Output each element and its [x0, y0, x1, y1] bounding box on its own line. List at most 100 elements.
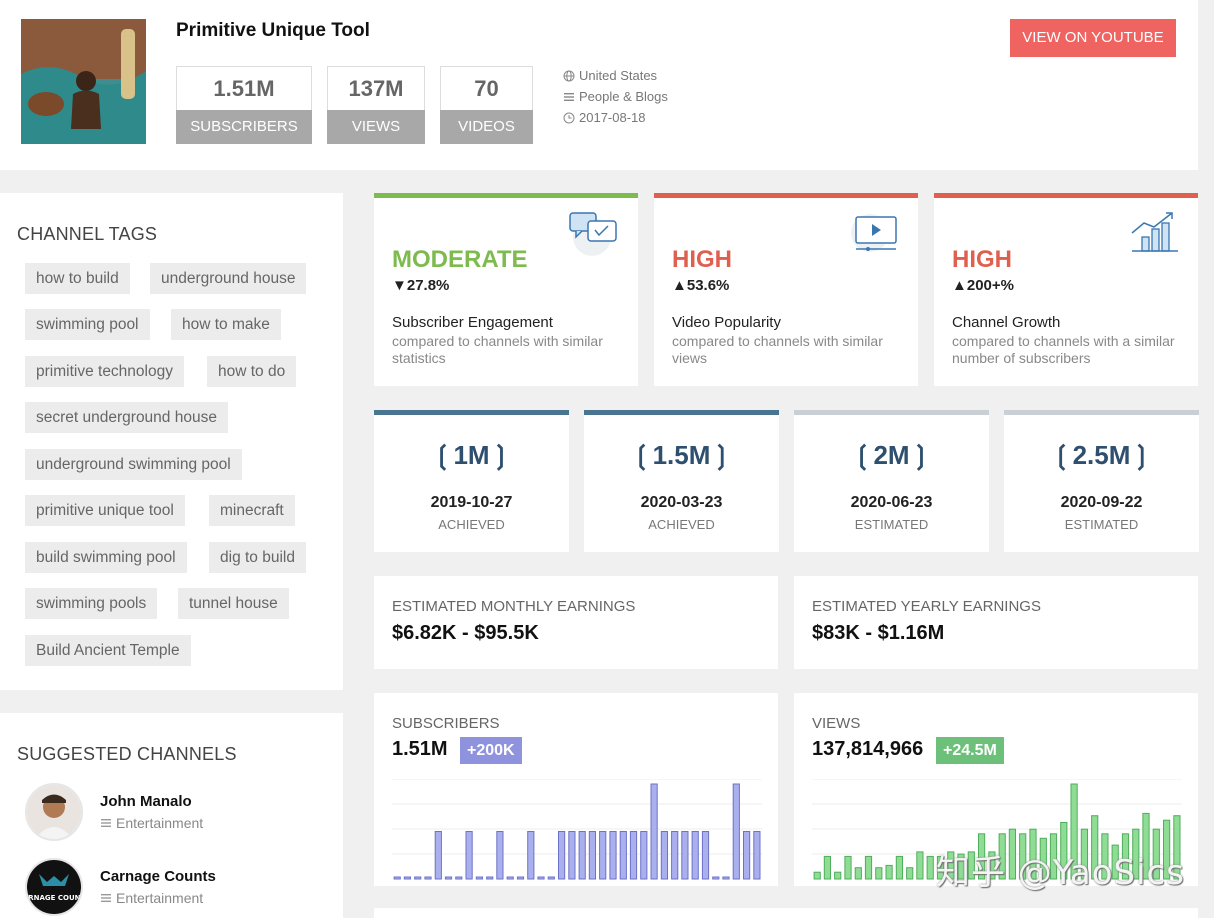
tag-item[interactable]: primitive unique tool [25, 495, 185, 526]
milestone-number: 2.5M [1072, 440, 1131, 470]
channel-title: Primitive Unique Tool [176, 20, 370, 41]
suggested-channel-category: Entertainment [100, 890, 203, 906]
tag-item[interactable]: minecraft [209, 495, 295, 526]
category-text: People & Blogs [579, 89, 668, 104]
chart-bar [558, 831, 566, 880]
rating-bar [654, 193, 918, 198]
laurel-left-icon: ❲ [630, 440, 653, 470]
suggested-channel-john-manalo[interactable]: John Manalo Entertainment [25, 783, 325, 843]
tag-item[interactable]: underground house [150, 263, 307, 294]
milestone-date: 2019-10-27 [430, 494, 513, 511]
tag-item[interactable]: dig to build [209, 542, 306, 573]
chart-bar [619, 831, 627, 880]
milestone-date: 2020-09-22 [1060, 494, 1143, 511]
suggested-channel-carnage-counts[interactable]: CARNAGE COUNTS Carnage Counts Entertainm… [25, 858, 325, 918]
chart-bar [393, 876, 401, 880]
laurel-left-icon: ❲ [431, 440, 454, 470]
chart-bar [568, 831, 576, 880]
milestone-1m: ❲1M❳ 2019-10-27 ACHIEVED [374, 410, 569, 552]
tag-item[interactable]: how to make [171, 309, 281, 340]
chart-bar [864, 855, 873, 880]
milestone-2-5m: ❲2.5M❳ 2020-09-22 ESTIMATED [1004, 410, 1199, 552]
tag-item[interactable]: underground swimming pool [25, 449, 242, 480]
tag-item[interactable]: secret underground house [25, 402, 228, 433]
milestone-bar [584, 410, 779, 415]
chart-bar [486, 876, 494, 880]
channel-growth-card: HIGH ▲200+% Channel Growth compared to c… [934, 193, 1198, 386]
view-on-youtube-button[interactable]: VIEW ON YOUTUBE [1010, 19, 1176, 57]
laurel-right-icon: ❳ [710, 440, 733, 470]
tag-item[interactable]: primitive technology [25, 356, 184, 387]
videos-stat: 70 VIDEOS [440, 66, 533, 144]
chart-bar [906, 867, 914, 880]
video-popularity-card: HIGH ▲53.6% Video Popularity compared to… [654, 193, 918, 386]
next-section-card [374, 908, 1198, 918]
monthly-earnings-title: ESTIMATED MONTHLY EARNINGS [392, 598, 636, 615]
yearly-earnings-card: ESTIMATED YEARLY EARNINGS $83K - $1.16M [794, 576, 1198, 669]
list-icon [101, 894, 111, 902]
chart-bar [885, 864, 893, 880]
suggested-channel-name[interactable]: Carnage Counts [100, 868, 216, 885]
views-stat: 137M VIEWS [327, 66, 425, 144]
chart-bar [823, 855, 831, 880]
chart-bar [854, 867, 862, 880]
chart-bar [547, 876, 555, 880]
avatar[interactable]: CARNAGE COUNTS [25, 858, 83, 916]
chart-bar [506, 876, 514, 880]
chart-bar [599, 831, 607, 880]
chart-bar [444, 876, 453, 880]
tag-item[interactable]: how to build [25, 263, 130, 294]
subscribers-graph-value: 1.51M [392, 738, 448, 760]
chart-bar [465, 831, 473, 880]
chart-bar [475, 876, 484, 880]
subscribers-graph-title: SUBSCRIBERS [392, 715, 500, 732]
milestone-status: ACHIEVED [438, 517, 505, 532]
list-icon [564, 92, 574, 101]
milestone-number: 1M [453, 440, 490, 470]
channel-thumbnail[interactable] [21, 19, 146, 144]
chart-bar [732, 783, 740, 880]
views-graph-value: 137,814,966 [812, 738, 924, 760]
milestone-status: ACHIEVED [648, 517, 715, 532]
monthly-earnings-value: $6.82K - $95.5K [392, 622, 539, 644]
tag-item[interactable]: build swimming pool [25, 542, 187, 573]
clock-icon [563, 112, 575, 123]
chart-bar [609, 831, 617, 880]
tag-item[interactable]: swimming pools [25, 588, 158, 619]
chart-bar [516, 876, 525, 880]
suggested-channel-name[interactable]: John Manalo [100, 793, 192, 810]
videos-label: VIDEOS [440, 110, 533, 144]
rating-bar [934, 193, 1198, 198]
avatar[interactable] [25, 783, 83, 841]
views-count: 137M [348, 76, 404, 101]
tag-item[interactable]: tunnel house [178, 588, 289, 619]
chart-bar [578, 831, 586, 880]
milestone-status: ESTIMATED [854, 517, 929, 532]
milestone-2m: ❲2M❳ 2020-06-23 ESTIMATED [794, 410, 989, 552]
milestone-1-5m: ❲1.5M❳ 2020-03-23 ACHIEVED [584, 410, 779, 552]
milestone-number: 2M [873, 440, 910, 470]
subscribers-count: 1.51M [213, 76, 275, 101]
views-graph-title: VIEWS [812, 715, 861, 732]
chart-bar [629, 831, 638, 880]
chart-bar [414, 876, 422, 880]
subscribers-bar-chart [392, 779, 762, 880]
tag-item[interactable]: how to do [207, 356, 297, 387]
video-screen-icon [851, 214, 897, 252]
rating-caption: Channel Growth [952, 314, 1061, 331]
chart-bar [712, 876, 720, 880]
tag-item[interactable]: Build Ancient Temple [25, 635, 191, 666]
chart-bar [743, 831, 751, 880]
laurel-left-icon: ❲ [851, 440, 874, 470]
chart-bar [681, 831, 689, 880]
rating-change: ▲200+% [952, 277, 1014, 294]
suggested-channels-title: SUGGESTED CHANNELS [17, 744, 237, 764]
rating-bar [374, 193, 638, 198]
tag-item[interactable]: swimming pool [25, 309, 150, 340]
chart-bar [537, 876, 545, 880]
chart-bar [926, 855, 934, 880]
chart-bar [895, 855, 904, 880]
milestone-value: ❲1M❳ [374, 440, 569, 471]
rating-subtext: compared to channels with similar views [672, 333, 883, 366]
country-text: United States [579, 68, 658, 83]
